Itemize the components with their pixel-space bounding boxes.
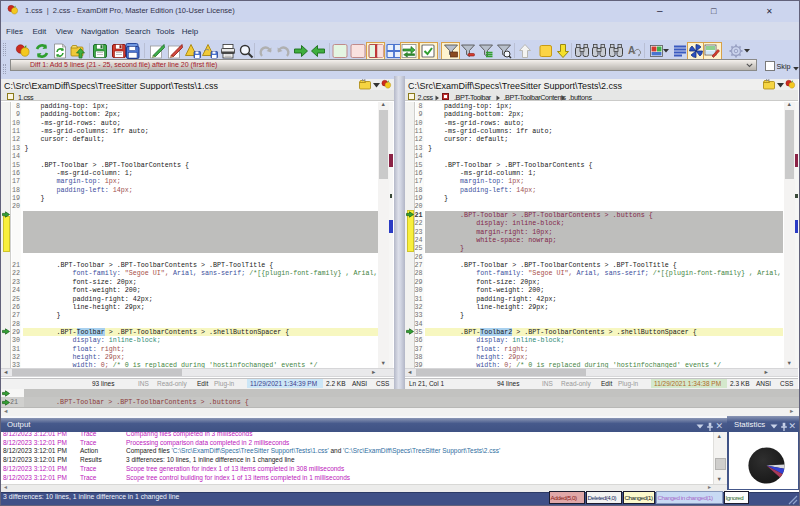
svg-text:A: A [628, 45, 635, 56]
